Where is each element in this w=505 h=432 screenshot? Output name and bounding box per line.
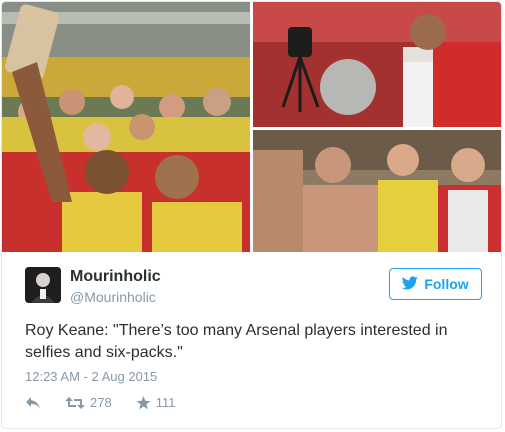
tweet-card: Mourinholic @Mourinholic Follow Roy Kean… [1, 1, 502, 429]
reply-button[interactable] [25, 396, 41, 410]
display-name[interactable]: Mourinholic [70, 268, 161, 286]
star-icon [136, 395, 151, 410]
follow-label: Follow [424, 276, 469, 292]
tweet-text: Roy Keane: "There’s too many Arsenal pla… [25, 322, 448, 361]
media-photo-selfie[interactable] [2, 2, 250, 252]
media-grid [2, 2, 501, 252]
like-button[interactable]: 111 [136, 395, 176, 410]
tweet-timestamp[interactable]: 12:23 AM - 2 Aug 2015 [25, 369, 157, 384]
avatar[interactable] [25, 267, 61, 303]
retweet-count: 278 [90, 395, 112, 410]
media-photo-camera[interactable] [253, 2, 501, 127]
like-count: 111 [155, 395, 176, 410]
retweet-button[interactable]: 278 [65, 395, 112, 410]
tweet-actions: 278 111 [25, 395, 199, 410]
user-handle[interactable]: @Mourinholic [70, 289, 156, 305]
retweet-icon [65, 396, 85, 410]
media-photo-dressing-room[interactable] [253, 130, 501, 252]
follow-button[interactable]: Follow [389, 268, 482, 300]
bird-icon [402, 275, 419, 293]
reply-icon [25, 396, 41, 410]
